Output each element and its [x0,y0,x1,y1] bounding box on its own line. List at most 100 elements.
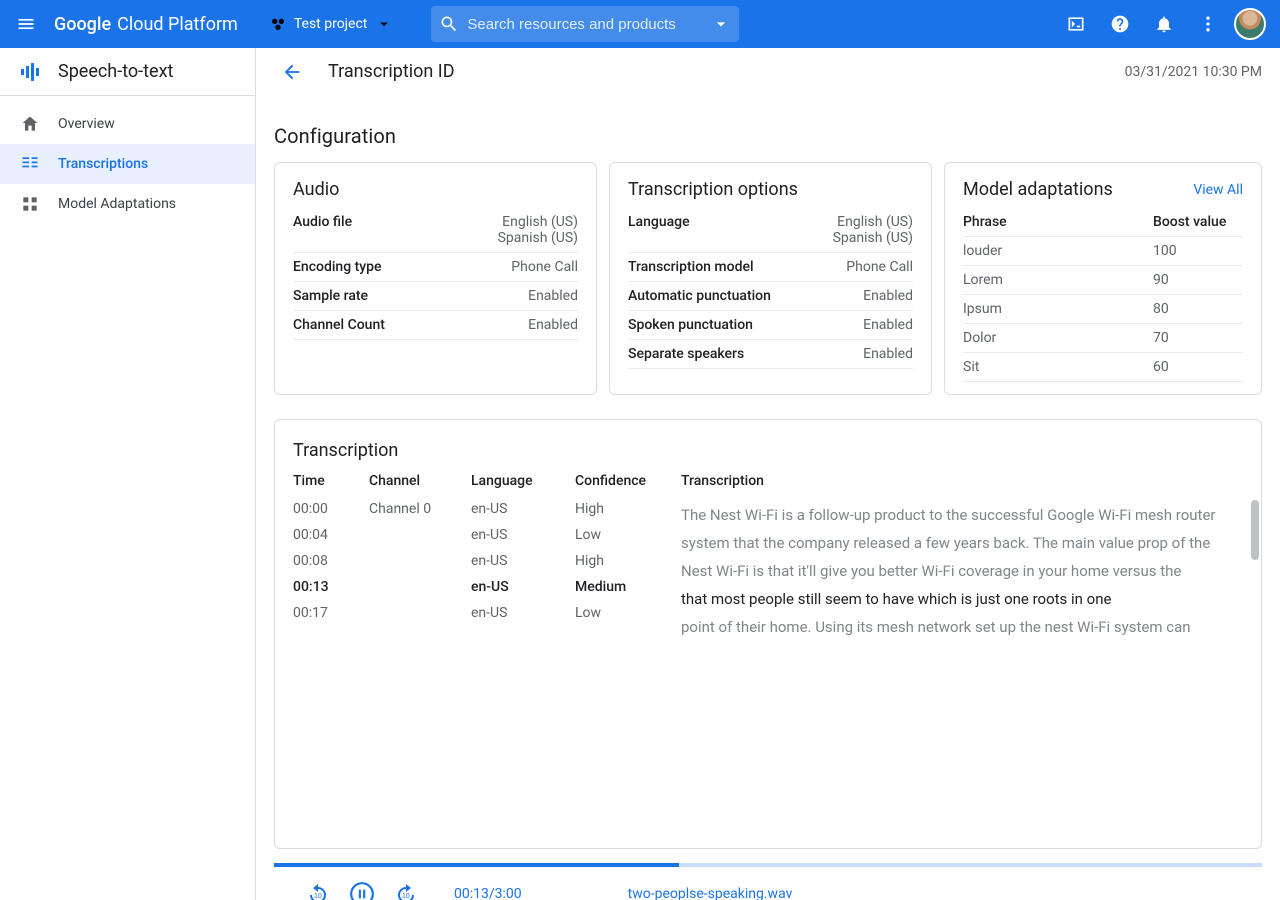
audio-progress-fill [274,863,679,867]
col-transcription: Transcription [681,473,764,489]
sidebar-item-label: Model Adaptations [58,196,176,212]
hamburger-menu-button[interactable] [8,6,44,42]
more-vert-icon [1198,14,1218,34]
account-avatar[interactable] [1234,8,1266,40]
config-value: Enabled [528,317,578,333]
audio-progress-track[interactable] [274,863,1262,867]
model-boost: 90 [1153,272,1243,288]
confidence-cell: Low [575,605,657,621]
model-phrase: louder [963,243,1153,259]
col-confidence: Confidence [575,473,657,489]
forward-10-button[interactable]: 10 [392,880,420,900]
audio-player: 10 10 00:13/3:00 two-peoplse-speaking.wa… [274,867,1262,900]
time-cell[interactable]: 00:04 [293,527,345,543]
pause-icon [349,881,375,900]
sidebar-item-transcriptions[interactable]: Transcriptions [0,144,255,184]
player-filename[interactable]: two-peoplse-speaking.wav [628,886,793,900]
product-title-row: Speech-to-text [0,48,255,96]
config-row: Separate speakersEnabled [628,340,913,369]
main: Transcription ID 03/31/2021 10:30 PM Con… [256,48,1280,900]
transcription-line[interactable]: system that the company released a few y… [681,529,1243,557]
time-cell[interactable]: 00:13 [293,579,345,595]
sidebar-item-label: Overview [58,116,115,132]
config-value: English (US)Spanish (US) [498,214,578,246]
help-button[interactable] [1102,6,1138,42]
model-boost: 60 [1153,359,1243,375]
col-channel: Channel [369,473,447,489]
page-timestamp: 03/31/2021 10:30 PM [1125,64,1262,80]
transcription-line[interactable]: Nest Wi-Fi is that it'll give you better… [681,557,1243,585]
config-row: Spoken punctuationEnabled [628,311,913,340]
sidebar: Speech-to-text Overview Transcriptions M… [0,48,256,900]
transcriptions-icon [18,152,42,176]
transcription-line[interactable]: that most people still seem to have whic… [681,585,1243,613]
bell-icon [1154,14,1174,34]
transcription-line[interactable]: The Nest Wi-Fi is a follow-up product to… [681,501,1243,529]
model-adaptations-card: Model adaptations View All Phrase Boost … [944,162,1262,395]
config-row: Channel CountEnabled [293,311,578,340]
search-bar[interactable] [431,6,738,42]
config-row: LanguageEnglish (US)Spanish (US) [628,208,913,253]
search-dropdown-icon[interactable] [711,14,731,34]
notifications-button[interactable] [1146,6,1182,42]
brand-bold: Google [54,14,111,35]
model-boost: 100 [1153,243,1243,259]
sidebar-item-model-adaptations[interactable]: Model Adaptations [0,184,255,224]
forward-10-icon: 10 [394,882,418,900]
chevron-down-icon [375,15,393,33]
col-language: Language [471,473,551,489]
model-phrase: Lorem [963,272,1153,288]
model-phrase: Ipsum [963,301,1153,317]
config-key: Separate speakers [628,346,744,362]
config-key: Spoken punctuation [628,317,753,333]
page-header: Transcription ID 03/31/2021 10:30 PM [256,48,1280,96]
transcription-line[interactable]: point of their home. Using its mesh netw… [681,613,1243,641]
svg-text:10: 10 [402,893,410,900]
svg-text:10: 10 [314,893,322,900]
cloud-shell-button[interactable] [1058,6,1094,42]
scrollbar-thumb[interactable] [1251,500,1259,560]
cloud-shell-icon [1066,14,1086,34]
project-picker[interactable]: Test project [260,9,404,39]
view-all-link[interactable]: View All [1193,182,1243,198]
config-key: Audio file [293,214,352,230]
config-key: Encoding type [293,259,382,275]
brand-rest: Cloud Platform [117,14,238,35]
speech-to-text-icon [18,60,42,84]
time-cell[interactable]: 00:08 [293,553,345,569]
model-row: Lorem90 [963,266,1243,295]
transcription-options-title: Transcription options [628,179,798,200]
model-row: louder100 [963,237,1243,266]
back-button[interactable] [274,54,310,90]
arrow-back-icon [281,61,303,83]
channel-value: Channel 0 [369,501,447,517]
model-row: Sit60 [963,353,1243,382]
more-menu-button[interactable] [1190,6,1226,42]
model-phrase: Sit [963,359,1153,375]
time-cell[interactable]: 00:17 [293,605,345,621]
configuration-title: Configuration [274,124,1262,148]
time-cell[interactable]: 00:00 [293,501,345,517]
config-row: Audio file English (US)Spanish (US) [293,208,578,253]
rewind-10-button[interactable]: 10 [304,880,332,900]
config-value: Enabled [528,288,578,304]
confidence-cell: High [575,501,657,517]
search-icon [439,14,459,34]
transcription-card: Transcription Time Channel 00:0000:0400:… [274,419,1262,849]
pause-button[interactable] [348,880,376,900]
language-cell: en-US [471,553,551,569]
config-value: Phone Call [511,259,578,275]
sidebar-item-overview[interactable]: Overview [0,104,255,144]
config-key: Language [628,214,690,230]
search-input[interactable] [459,16,730,33]
config-key: Sample rate [293,288,368,304]
language-cell: en-US [471,579,551,595]
sidebar-item-label: Transcriptions [58,156,148,172]
audio-card-title: Audio [293,179,339,200]
config-key: Transcription model [628,259,754,275]
config-value: Phone Call [846,259,913,275]
help-icon [1110,14,1130,34]
language-cell: en-US [471,501,551,517]
brand: Google Cloud Platform [54,14,238,35]
confidence-cell: High [575,553,657,569]
